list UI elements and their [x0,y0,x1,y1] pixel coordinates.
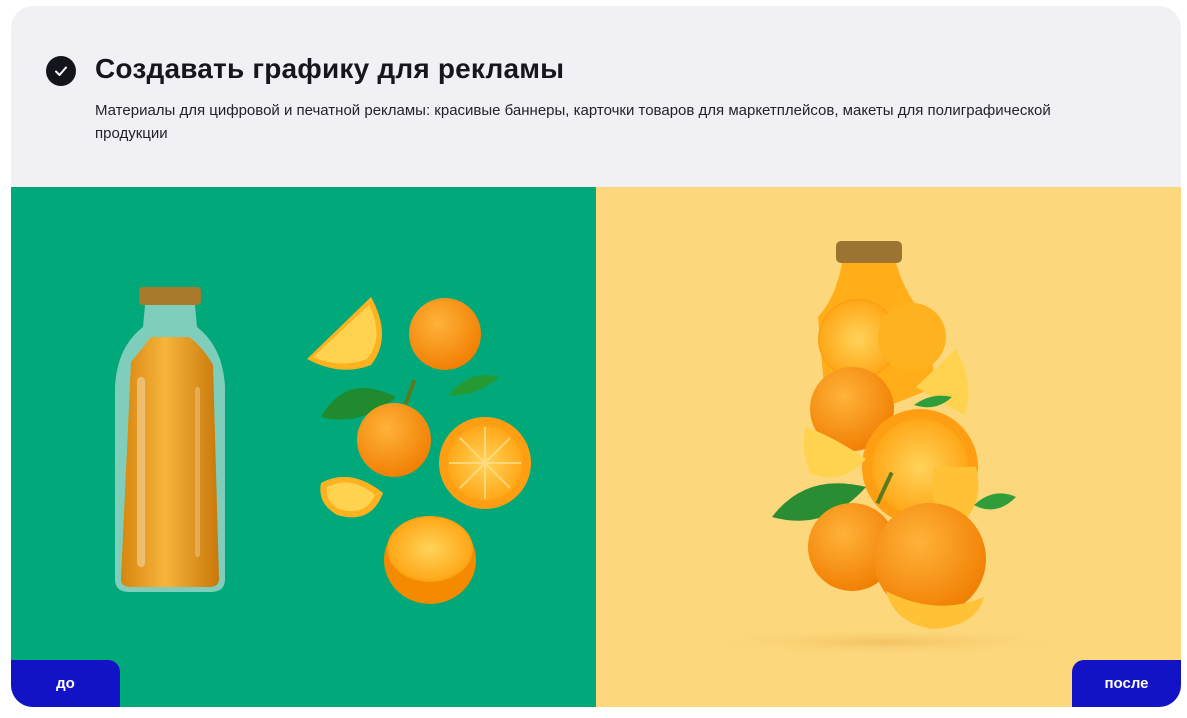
feature-description: Материалы для цифровой и печатной реклам… [95,102,1051,142]
after-label[interactable]: после [1072,660,1181,707]
feature-card: Создавать графику для рекламы Материалы … [11,6,1181,707]
feature-title: Создавать графику для рекламы [95,53,565,84]
after-image: после [596,187,1181,707]
juice-bottle-image [115,287,225,592]
check-circle-icon [46,56,76,86]
orange-slices-image [307,297,531,604]
juice-composition-image [696,241,1076,656]
before-image: до [11,187,596,707]
before-label[interactable]: до [11,660,120,707]
